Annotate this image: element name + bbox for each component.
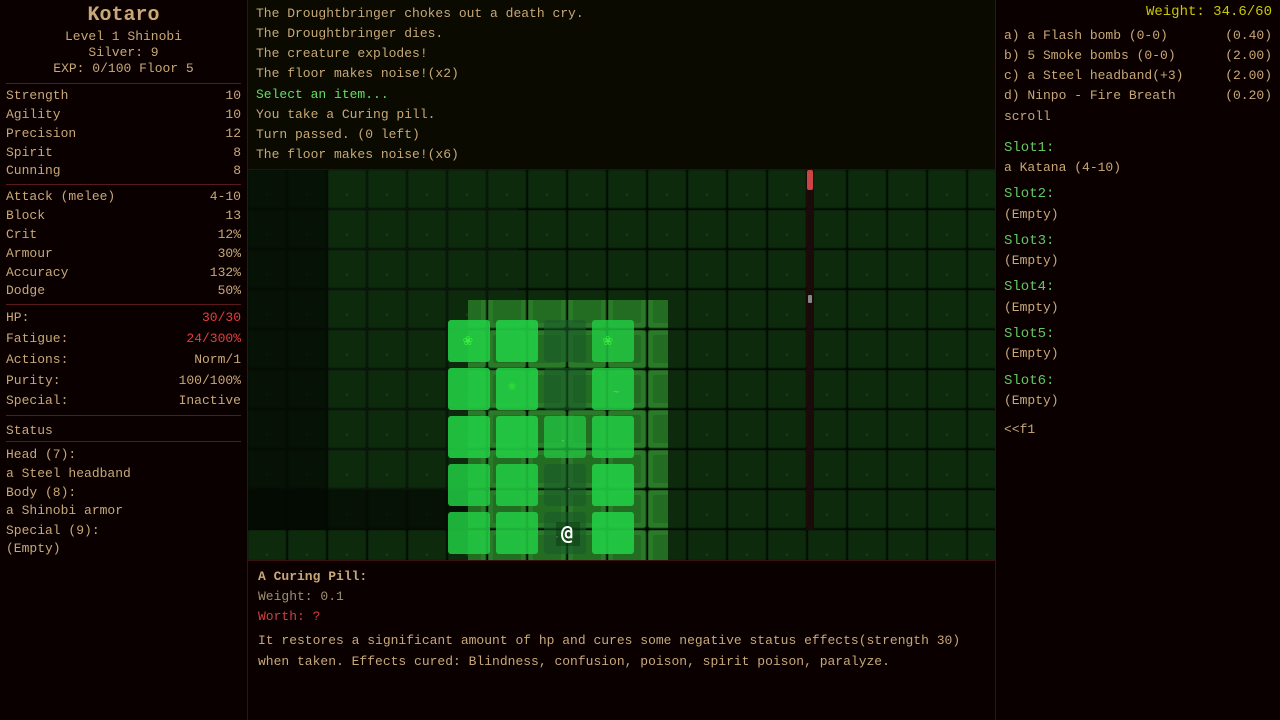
stat-row-cunning: Cunning8 bbox=[6, 162, 241, 181]
log-line: The floor makes noise!(x2) bbox=[256, 64, 987, 84]
equip-slot-item: Slot1:a Katana (4-10) bbox=[1004, 137, 1272, 178]
left-panel: Kotaro Level 1 Shinobi Silver: 9 EXP: 0/… bbox=[0, 0, 248, 720]
hp-value: 30/30 bbox=[202, 308, 241, 329]
equip-slot: Special (9):(Empty) bbox=[6, 521, 241, 559]
stat-row-spirit: Spirit8 bbox=[6, 144, 241, 163]
character-name: Kotaro bbox=[6, 4, 241, 27]
special-row: Special: Inactive bbox=[6, 391, 241, 412]
stat-row-precision: Precision12 bbox=[6, 125, 241, 144]
equip-slot-item: Slot5:(Empty) bbox=[1004, 323, 1272, 364]
log-line: The Droughtbringer chokes out a death cr… bbox=[256, 4, 987, 24]
divider-stats bbox=[6, 83, 241, 84]
item-title: A Curing Pill: bbox=[258, 567, 985, 587]
svg-text:·: · bbox=[566, 484, 572, 495]
status-label: Status bbox=[6, 423, 241, 438]
svg-text:❀: ❀ bbox=[463, 330, 473, 349]
inventory-item[interactable]: b) 5 Smoke bombs (0-0)(2.00) bbox=[1004, 46, 1272, 66]
combat-stat-armour: Armour30% bbox=[6, 245, 241, 264]
item-weight: Weight: 0.1 bbox=[258, 587, 985, 607]
log-line: You take a Curing pill. bbox=[256, 105, 987, 125]
combat-stat-dodge: Dodge50% bbox=[6, 282, 241, 301]
equip-slot: Head (7):a Steel headband bbox=[6, 445, 241, 483]
purity-label: Purity: bbox=[6, 371, 61, 392]
game-map: . bbox=[248, 170, 995, 560]
primary-stats: Strength10Agility10Precision12Spirit8Cun… bbox=[6, 87, 241, 181]
svg-text:·: · bbox=[560, 436, 566, 447]
game-log: The Droughtbringer chokes out a death cr… bbox=[248, 0, 995, 170]
svg-text:~: ~ bbox=[613, 385, 620, 398]
character-title: Level 1 Shinobi bbox=[6, 29, 241, 44]
inventory-item[interactable]: d) Ninpo - Fire Breath scroll(0.20) bbox=[1004, 86, 1272, 126]
item-info-panel: A Curing Pill: Weight: 0.1 Worth: ? It r… bbox=[248, 560, 995, 720]
log-line: Turn passed. (0 left) bbox=[256, 125, 987, 145]
equip-slot-item: Slot3:(Empty) bbox=[1004, 230, 1272, 271]
divider-status bbox=[6, 415, 241, 416]
actions-row: Actions: Norm/1 bbox=[6, 350, 241, 371]
log-line: The floor makes noise!(x6) bbox=[256, 145, 987, 165]
item-worth: Worth: ? bbox=[258, 607, 985, 627]
character-expfloor: EXP: 0/100 Floor 5 bbox=[6, 61, 241, 76]
actions-label: Actions: bbox=[6, 350, 68, 371]
fatigue-label: Fatigue: bbox=[6, 329, 68, 350]
divider-vitals bbox=[6, 304, 241, 305]
equip-slot-item: Slot4:(Empty) bbox=[1004, 276, 1272, 317]
right-panel: Weight: 34.6/60 a) a Flash bomb (0-0)(0.… bbox=[995, 0, 1280, 720]
hp-row: HP: 30/30 bbox=[6, 308, 241, 329]
special-label: Special: bbox=[6, 391, 68, 412]
log-line: Select an item... bbox=[256, 85, 987, 105]
combat-stats: Attack (melee)4-10Block13Crit12%Armour30… bbox=[6, 188, 241, 301]
actions-value: Norm/1 bbox=[194, 350, 241, 371]
character-silver: Silver: 9 bbox=[6, 45, 241, 60]
divider-equip bbox=[6, 441, 241, 442]
center-panel: The Droughtbringer chokes out a death cr… bbox=[248, 0, 995, 720]
svg-text:❀: ❀ bbox=[603, 330, 613, 349]
equip-slot-item: Slot6:(Empty) bbox=[1004, 370, 1272, 411]
divider-combat bbox=[6, 184, 241, 185]
ff-label: <<f1 bbox=[1004, 422, 1272, 437]
combat-stat-crit: Crit12% bbox=[6, 226, 241, 245]
log-line: The Droughtbringer dies. bbox=[256, 24, 987, 44]
purity-row: Purity: 100/100% bbox=[6, 371, 241, 392]
fatigue-row: Fatigue: 24/300% bbox=[6, 329, 241, 350]
equip-slot: Body (8):a Shinobi armor bbox=[6, 483, 241, 521]
combat-stat-attackmelee: Attack (melee)4-10 bbox=[6, 188, 241, 207]
item-description: It restores a significant amount of hp a… bbox=[258, 631, 985, 671]
inventory-item[interactable]: c) a Steel headband(+3)(2.00) bbox=[1004, 66, 1272, 86]
svg-text:❀: ❀ bbox=[508, 378, 517, 394]
fatigue-value: 24/300% bbox=[186, 329, 241, 350]
inventory-list: a) a Flash bomb (0-0)(0.40)b) 5 Smoke bo… bbox=[1004, 26, 1272, 127]
equipment-section: Head (7):a Steel headbandBody (8):a Shin… bbox=[6, 445, 241, 558]
log-line: The creature explodes! bbox=[256, 44, 987, 64]
stat-row-strength: Strength10 bbox=[6, 87, 241, 106]
stat-row-agility: Agility10 bbox=[6, 106, 241, 125]
svg-text:@: @ bbox=[561, 521, 573, 545]
weight-display: Weight: 34.6/60 bbox=[1004, 4, 1272, 20]
combat-stat-accuracy: Accuracy132% bbox=[6, 264, 241, 283]
inventory-item[interactable]: a) a Flash bomb (0-0)(0.40) bbox=[1004, 26, 1272, 46]
combat-stat-block: Block13 bbox=[6, 207, 241, 226]
hp-label: HP: bbox=[6, 308, 29, 329]
purity-value: 100/100% bbox=[179, 371, 241, 392]
equipment-slots: Slot1:a Katana (4-10) Slot2:(Empty) Slot3:… bbox=[1004, 137, 1272, 416]
equip-slot-item: Slot2:(Empty) bbox=[1004, 183, 1272, 224]
map-svg: . bbox=[248, 170, 995, 560]
special-value: Inactive bbox=[179, 391, 241, 412]
